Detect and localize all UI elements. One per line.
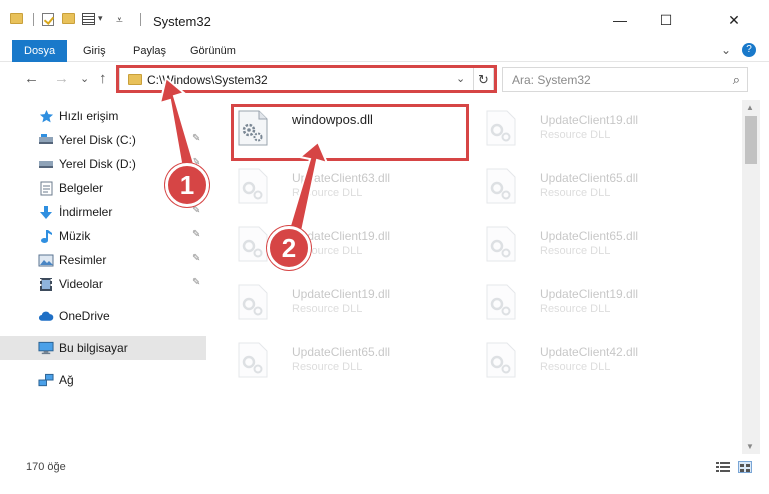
step-badge-1: 1	[165, 163, 209, 207]
step-badge-2: 2	[267, 226, 311, 270]
annotation-arrows	[158, 76, 329, 233]
